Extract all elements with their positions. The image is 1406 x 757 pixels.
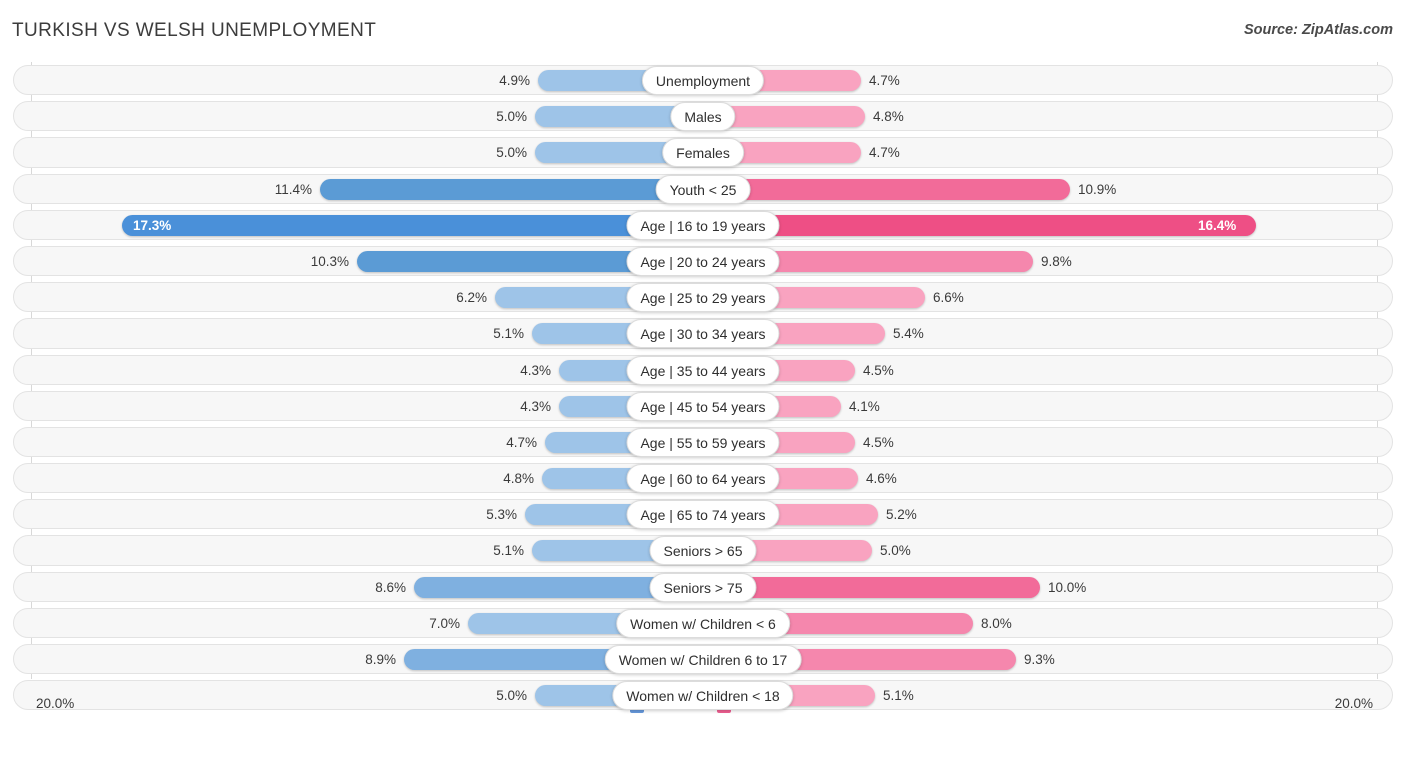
chart-row: 5.1% 5.4% Age | 30 to 34 years xyxy=(0,315,1406,351)
value-label-turkish: 6.2% xyxy=(456,290,487,306)
bar-turkish xyxy=(320,178,703,200)
chart-row: 4.7% 4.5% Age | 55 to 59 years xyxy=(0,424,1406,460)
value-label-welsh: 5.2% xyxy=(886,507,917,523)
bar-turkish xyxy=(122,214,703,236)
value-label-turkish: 5.1% xyxy=(493,543,524,559)
value-label-welsh: 6.6% xyxy=(933,290,964,306)
value-label-welsh: 4.7% xyxy=(869,73,900,88)
category-label[interactable]: Age | 35 to 44 years xyxy=(626,355,780,385)
category-label[interactable]: Age | 65 to 74 years xyxy=(626,500,780,530)
chart-row: 11.4% 10.9% Youth < 25 xyxy=(0,171,1406,207)
value-label-turkish: 4.7% xyxy=(506,434,537,450)
chart-page: TURKISH VS WELSH UNEMPLOYMENT Source: Zi… xyxy=(0,0,1406,757)
value-label-welsh: 9.3% xyxy=(1024,652,1055,667)
chart-row: 10.3% 9.8% Age | 20 to 24 years xyxy=(0,243,1406,279)
category-label[interactable]: Males xyxy=(670,102,736,132)
category-label[interactable]: Age | 55 to 59 years xyxy=(626,427,780,457)
value-label-welsh: 4.7% xyxy=(869,145,900,161)
value-label-turkish: 17.3% xyxy=(133,217,172,233)
chart-row: 6.2% 6.6% Age | 25 to 29 years xyxy=(0,279,1406,315)
value-label-turkish: 5.3% xyxy=(486,507,517,523)
category-label[interactable]: Women w/ Children 6 to 17 xyxy=(604,645,802,674)
value-label-turkish: 11.4% xyxy=(274,181,312,197)
category-label[interactable]: Age | 16 to 19 years xyxy=(626,210,780,240)
value-label-welsh: 4.6% xyxy=(866,471,897,487)
value-label-welsh: 4.8% xyxy=(873,109,904,125)
chart-row: 7.0% 8.0% Women w/ Children < 6 xyxy=(0,605,1406,641)
value-label-welsh: 5.4% xyxy=(893,326,924,342)
value-label-turkish: 4.9% xyxy=(499,73,530,88)
category-label[interactable]: Age | 30 to 34 years xyxy=(626,319,780,349)
category-label[interactable]: Women w/ Children < 6 xyxy=(616,608,790,638)
category-label[interactable]: Age | 20 to 24 years xyxy=(626,246,780,276)
value-label-turkish: 4.3% xyxy=(520,398,551,414)
chart-row: 8.9% 9.3% Women w/ Children 6 to 17 xyxy=(0,641,1406,677)
category-label[interactable]: Seniors > 75 xyxy=(649,572,757,602)
chart-row: 4.3% 4.5% Age | 35 to 44 years xyxy=(0,352,1406,388)
page-title: TURKISH VS WELSH UNEMPLOYMENT xyxy=(12,20,377,41)
value-label-welsh: 8.0% xyxy=(981,615,1012,631)
value-label-welsh: 10.0% xyxy=(1048,579,1087,595)
value-label-welsh: 16.4% xyxy=(1198,217,1237,233)
category-label[interactable]: Youth < 25 xyxy=(655,174,751,204)
value-label-turkish: 7.0% xyxy=(429,615,460,631)
chart-row: 4.3% 4.1% Age | 45 to 54 years xyxy=(0,388,1406,424)
value-label-turkish: 5.0% xyxy=(496,109,527,125)
bar-welsh xyxy=(703,178,1070,200)
chart-row: 17.3% 16.4% Age | 16 to 19 years xyxy=(0,207,1406,243)
value-label-welsh: 4.1% xyxy=(849,398,880,414)
chart-row: 5.0% 4.8% Males xyxy=(0,98,1406,134)
value-label-turkish: 10.3% xyxy=(310,253,349,269)
category-label[interactable]: Unemployment xyxy=(641,66,765,95)
category-label[interactable]: Females xyxy=(662,138,744,168)
category-label[interactable]: Age | 25 to 29 years xyxy=(626,283,780,313)
value-label-welsh: 4.5% xyxy=(863,434,894,450)
category-label[interactable]: Women w/ Children < 18 xyxy=(612,681,794,711)
value-label-turkish: 4.3% xyxy=(520,362,551,378)
value-label-welsh: 5.0% xyxy=(880,543,911,559)
diverging-bar-chart: 4.9% 4.7% Unemployment 5.0% 4.8% Males 5.0% 4.7… xyxy=(0,62,1406,719)
value-label-welsh: 10.9% xyxy=(1078,181,1117,197)
chart-row: 5.1% 5.0% Seniors > 65 xyxy=(0,532,1406,568)
category-label[interactable]: Age | 60 to 64 years xyxy=(626,464,780,494)
value-label-turkish: 4.8% xyxy=(503,471,534,487)
category-label[interactable]: Seniors > 65 xyxy=(649,536,757,566)
value-label-turkish: 8.9% xyxy=(365,652,396,667)
value-label-turkish: 8.6% xyxy=(375,579,406,595)
chart-row: 4.8% 4.6% Age | 60 to 64 years xyxy=(0,460,1406,496)
chart-rows: 4.9% 4.7% Unemployment 5.0% 4.8% Males 5.0% 4.7… xyxy=(0,62,1406,713)
source-attribution: Source: ZipAtlas.com xyxy=(1243,22,1393,38)
chart-row: 5.0% 4.7% Females xyxy=(0,134,1406,170)
chart-row: 8.6% 10.0% Seniors > 75 xyxy=(0,569,1406,605)
value-label-turkish: 5.1% xyxy=(493,326,524,342)
chart-row: 4.9% 4.7% Unemployment xyxy=(0,62,1406,98)
chart-row: 5.3% 5.2% Age | 65 to 74 years xyxy=(0,496,1406,532)
value-label-welsh: 4.5% xyxy=(863,362,894,378)
value-label-welsh: 9.8% xyxy=(1041,253,1072,269)
value-label-turkish: 5.0% xyxy=(496,145,527,161)
bar-welsh xyxy=(703,214,1256,236)
category-label[interactable]: Age | 45 to 54 years xyxy=(626,391,780,421)
